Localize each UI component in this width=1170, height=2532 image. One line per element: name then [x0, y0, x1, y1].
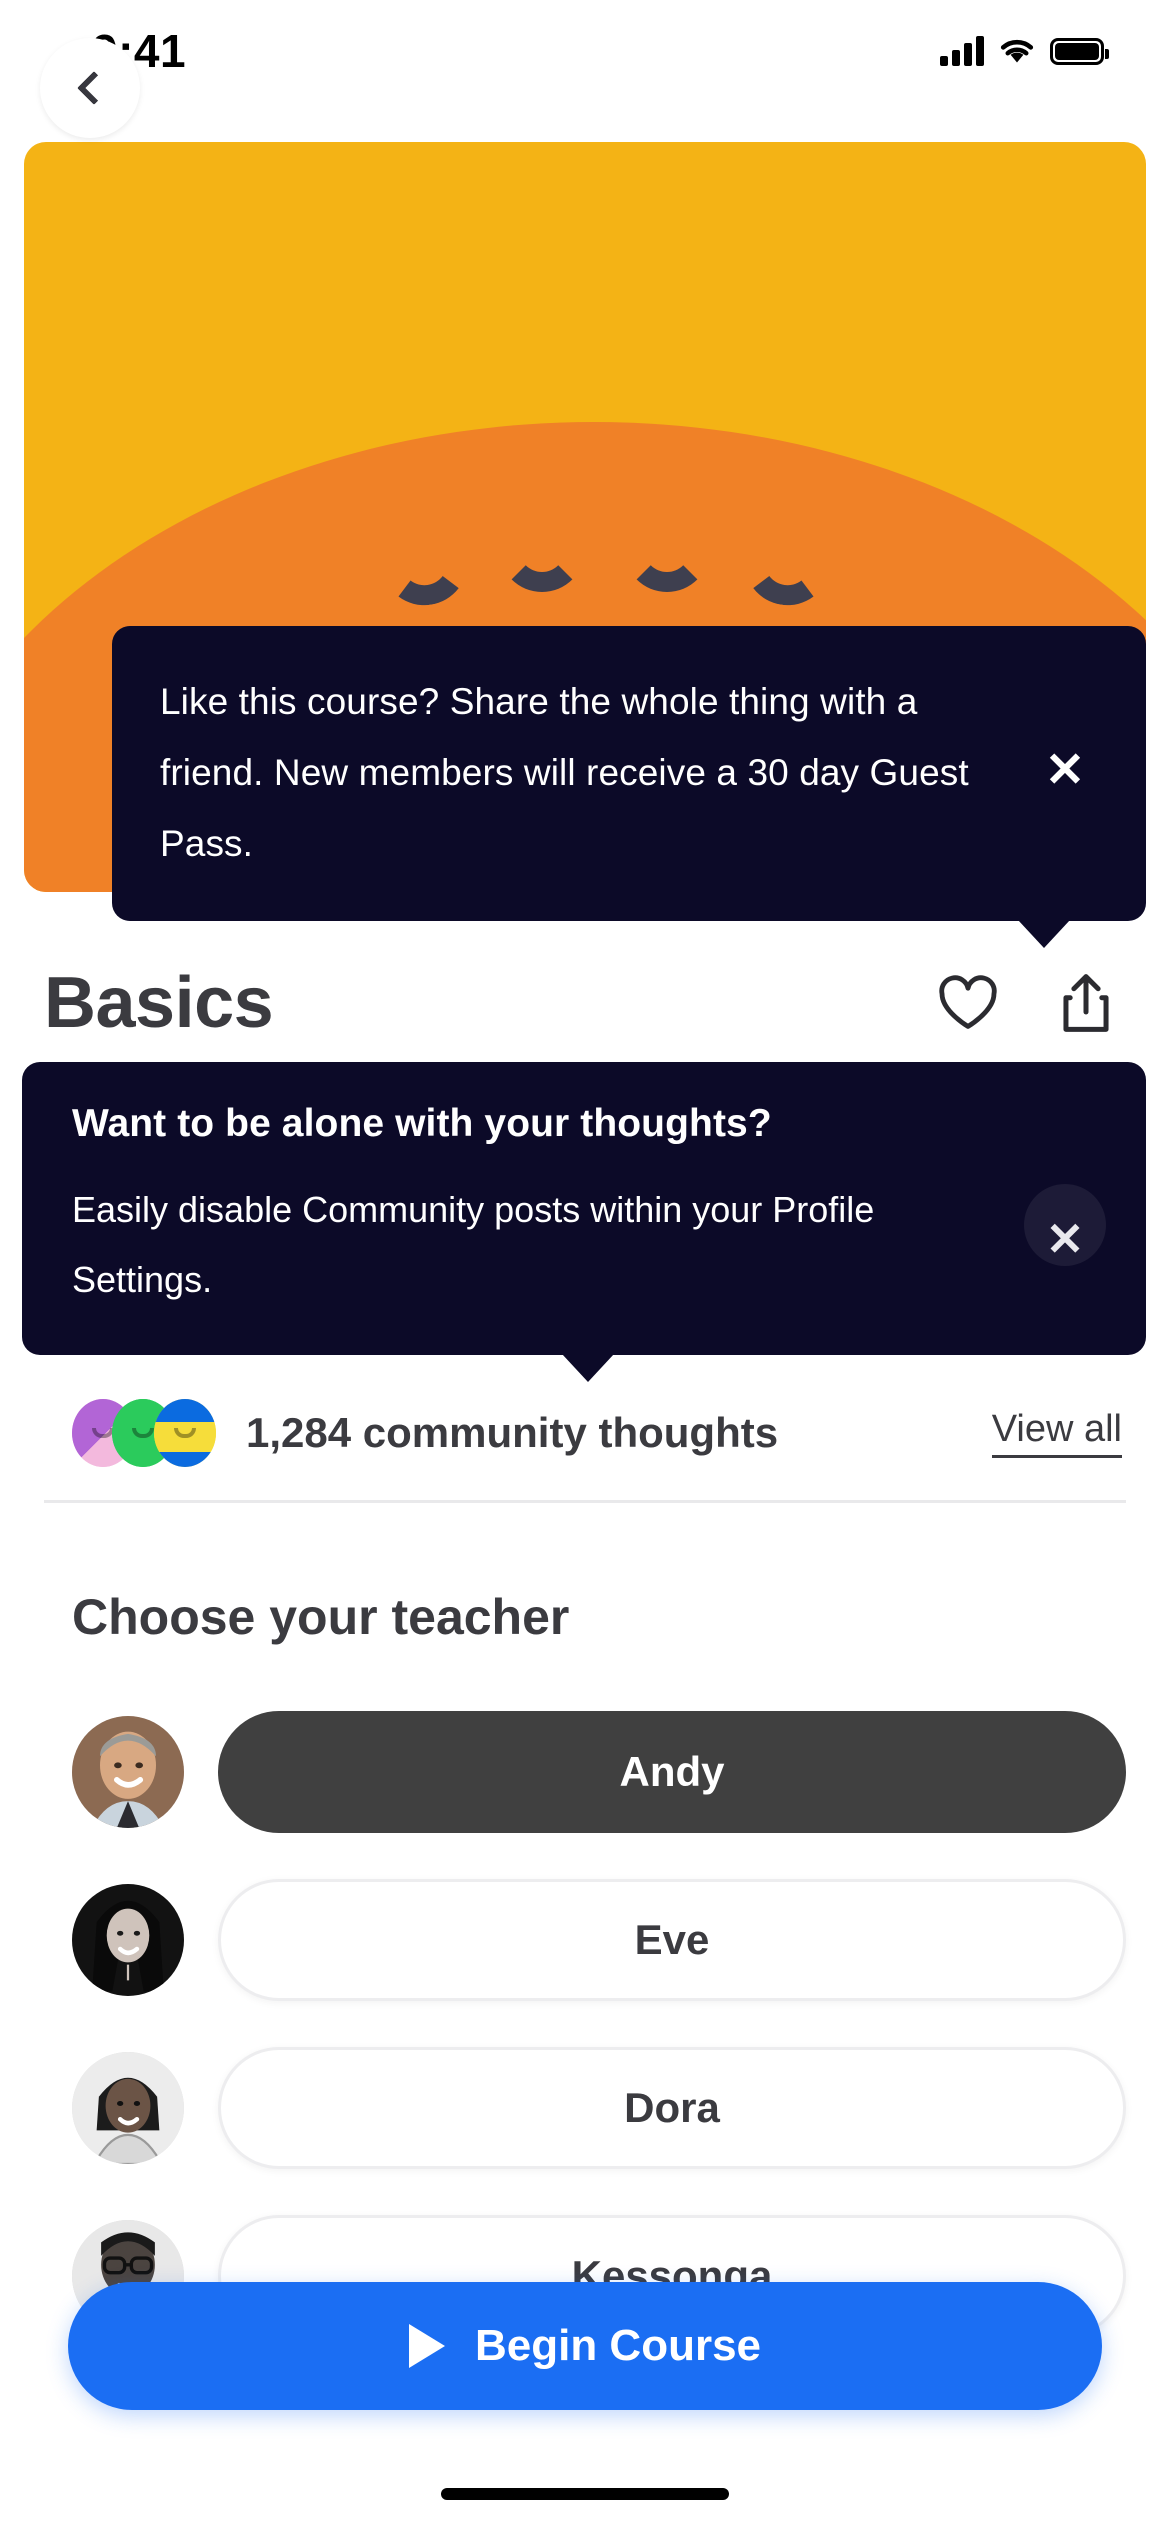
community-tooltip: Want to be alone with your thoughts? Eas… [22, 1062, 1146, 1382]
begin-course-label: Begin Course [474, 2321, 762, 2370]
play-icon [408, 2324, 445, 2368]
community-tooltip-body: Easily disable Community posts within yo… [72, 1188, 875, 1300]
share-tooltip-message: Like this course? Share the whole thing … [160, 681, 969, 864]
community-count-label: 1,284 community thoughts [246, 1409, 779, 1456]
page-title: Basics [44, 963, 274, 1043]
app-screen: 9:41 Like this course? Share the whole t… [0, 0, 1170, 2532]
teacher-row[interactable]: Eve [0, 1856, 1170, 2024]
teacher-photo [72, 1716, 184, 1828]
teacher-option-dora[interactable]: Dora [218, 2047, 1126, 2169]
avatar [72, 2052, 184, 2164]
community-avatar-group [72, 1399, 232, 1467]
view-all-link[interactable]: View all [991, 1408, 1122, 1458]
wifi-icon [1000, 39, 1034, 63]
share-tooltip-close-button[interactable]: ✕ [1038, 744, 1092, 798]
share-tooltip: Like this course? Share the whole thing … [112, 626, 1146, 948]
section-divider [44, 1500, 1126, 1503]
teacher-option-andy[interactable]: Andy [218, 1711, 1126, 1833]
close-icon: ✕ [1045, 1213, 1085, 1265]
teacher-row[interactable]: Andy [0, 1688, 1170, 1856]
chevron-left-icon [77, 71, 111, 105]
community-tooltip-close-button[interactable]: ✕ [1024, 1184, 1106, 1266]
course-actions [936, 971, 1118, 1035]
back-button[interactable] [40, 38, 140, 138]
avatar [72, 1884, 184, 1996]
community-tooltip-heading: Want to be alone with your thoughts? [72, 1102, 772, 1145]
teacher-option-eve[interactable]: Eve [218, 1879, 1126, 2001]
share-button[interactable] [1054, 971, 1118, 1035]
avatar [72, 1716, 184, 1828]
favorite-button[interactable] [936, 971, 1000, 1035]
avatar [154, 1399, 216, 1467]
tooltip-pointer [1018, 920, 1070, 948]
tooltip-pointer [562, 1353, 614, 1382]
signal-bars-icon [940, 36, 984, 66]
course-title-row: Basics [0, 962, 1170, 1044]
status-indicators [940, 36, 1109, 66]
share-icon [1063, 974, 1109, 1032]
status-bar: 9:41 [0, 0, 1170, 88]
teacher-list: Andy Eve Dora Kessonga [0, 1688, 1170, 2360]
heart-icon [939, 975, 997, 1029]
teachers-section-title: Choose your teacher [72, 1589, 570, 1645]
battery-full-icon [1050, 37, 1109, 65]
home-indicator [441, 2488, 729, 2500]
community-thoughts-row[interactable]: 1,284 community thoughts View all [0, 1399, 1170, 1467]
teacher-photo [72, 1884, 184, 1996]
teacher-photo [72, 2052, 184, 2164]
begin-course-button[interactable]: Begin Course [68, 2282, 1102, 2410]
teacher-row[interactable]: Dora [0, 2024, 1170, 2192]
close-icon: ✕ [1044, 744, 1086, 797]
